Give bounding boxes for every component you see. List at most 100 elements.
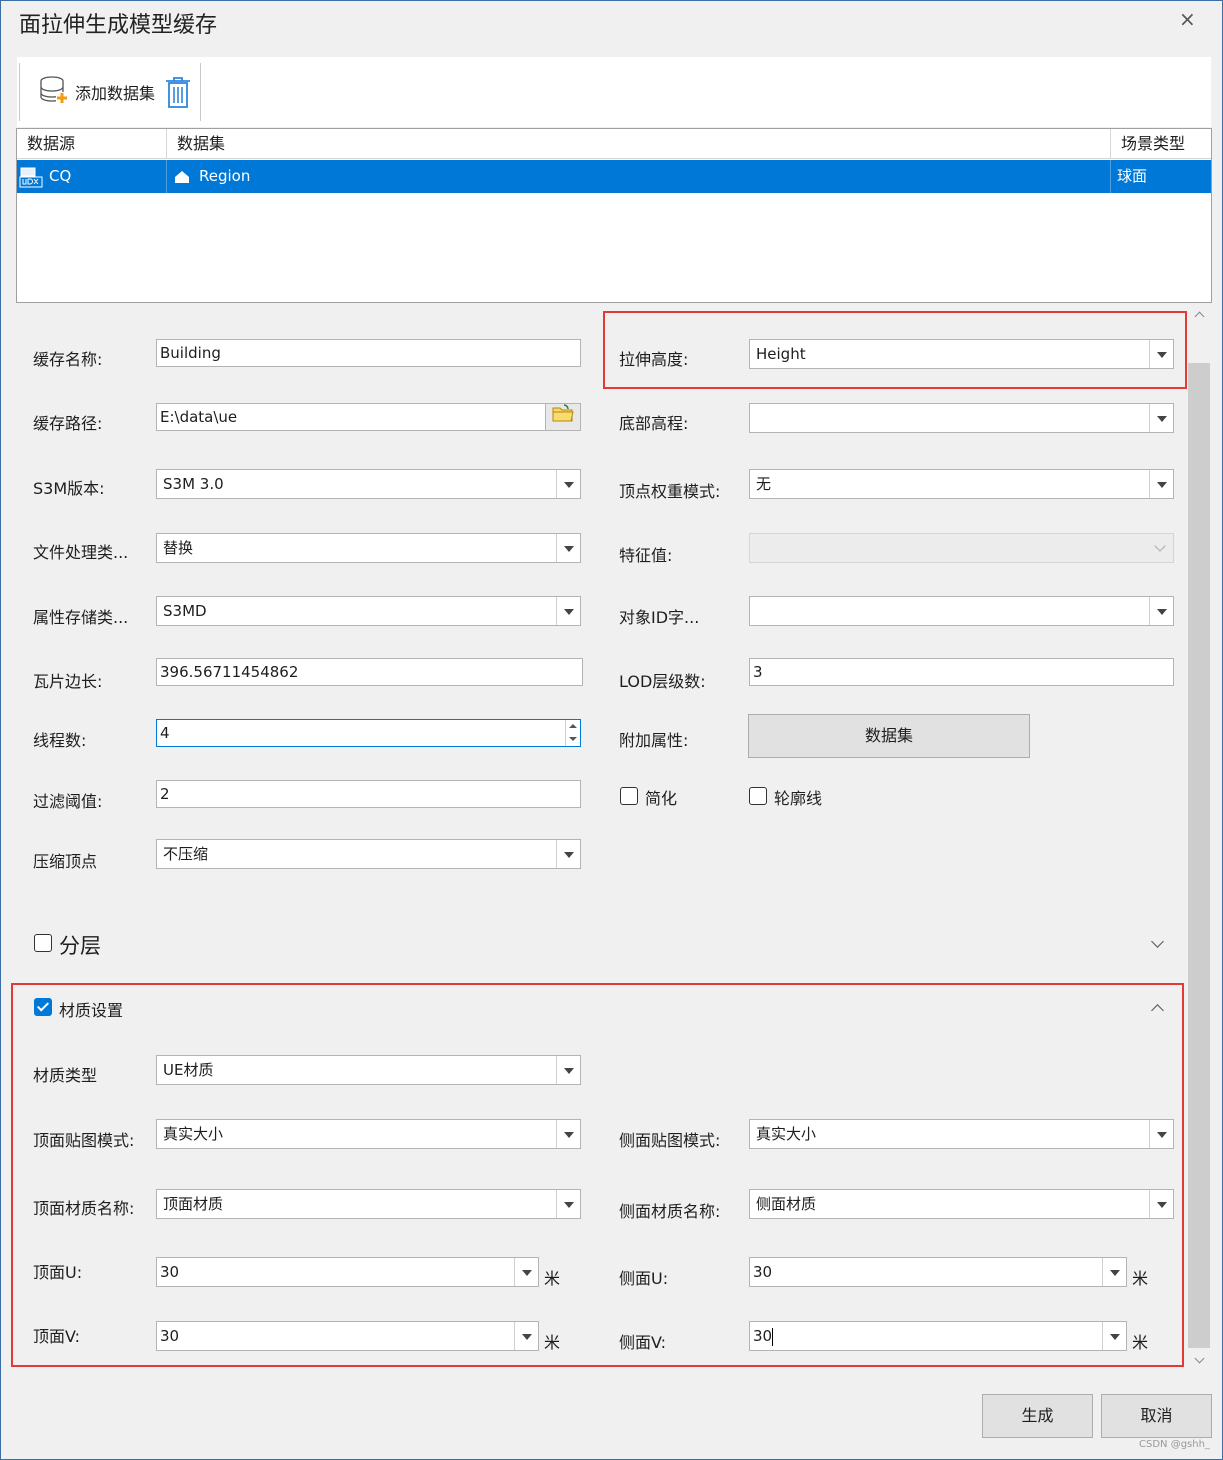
- chevron-down-icon[interactable]: [1149, 470, 1173, 498]
- settings-form: 缓存名称: Building 缓存路径: E:\data\ue S3M版本: S…: [1, 303, 1187, 1369]
- top-v-value: 30: [160, 1327, 180, 1345]
- chevron-down-icon[interactable]: [1102, 1322, 1126, 1350]
- threads-label: 线程数:: [33, 731, 87, 750]
- chevron-down-icon[interactable]: [1149, 404, 1173, 432]
- cache-path-input[interactable]: E:\data\ue: [156, 403, 581, 431]
- spinner-arrows[interactable]: [565, 720, 580, 746]
- cell-scene-type[interactable]: 球面: [1111, 160, 1211, 193]
- material-type-select[interactable]: UE材质: [156, 1055, 581, 1085]
- layering-checkbox[interactable]: [34, 934, 52, 952]
- material-checkbox[interactable]: [34, 998, 52, 1016]
- lod-levels-input[interactable]: 3: [749, 658, 1174, 686]
- toolbar-separator: [200, 63, 201, 121]
- folder-icon: [552, 404, 574, 430]
- datasource-name: CQ: [49, 167, 72, 185]
- form-scrollbar[interactable]: [1187, 303, 1211, 1369]
- top-v-unit: 米: [544, 1333, 561, 1352]
- threads-spinner[interactable]: 4: [156, 719, 581, 747]
- scroll-up-icon[interactable]: [1194, 311, 1205, 322]
- table-row[interactable]: CQ Region 球面: [17, 160, 1211, 193]
- chevron-down-icon[interactable]: [556, 1056, 580, 1084]
- cell-dataset[interactable]: Region: [167, 160, 1111, 193]
- s3m-version-select[interactable]: S3M 3.0: [156, 469, 581, 499]
- side-v-select[interactable]: 30: [749, 1321, 1127, 1351]
- tile-size-input[interactable]: 396.56711454862: [156, 658, 583, 686]
- chevron-down-icon[interactable]: [556, 1120, 580, 1148]
- chevron-down-icon[interactable]: [514, 1322, 538, 1350]
- chevron-down-icon[interactable]: [1149, 1120, 1173, 1148]
- base-elevation-label: 底部高程:: [619, 414, 689, 433]
- compress-vertex-select[interactable]: 不压缩: [156, 839, 581, 869]
- cache-path-label: 缓存路径:: [33, 414, 103, 433]
- object-id-select[interactable]: [749, 596, 1174, 626]
- expand-layering-icon[interactable]: [1151, 935, 1164, 948]
- toolbar: 添加数据集: [17, 57, 1211, 127]
- vertex-weight-label: 顶点权重模式:: [619, 482, 721, 501]
- side-map-mode-value: 真实大小: [756, 1125, 817, 1143]
- file-handling-label: 文件处理类...: [33, 543, 129, 562]
- add-dataset-label: 添加数据集: [75, 84, 156, 103]
- top-u-unit: 米: [544, 1269, 561, 1288]
- cache-name-label: 缓存名称:: [33, 350, 103, 369]
- simplify-label: 简化: [645, 789, 678, 808]
- extrude-height-select[interactable]: Height: [749, 339, 1174, 369]
- side-u-value: 30: [753, 1263, 773, 1281]
- scroll-down-icon[interactable]: [1194, 1353, 1205, 1364]
- column-header-scene-type[interactable]: 场景类型: [1111, 129, 1211, 159]
- chevron-down-icon[interactable]: [556, 840, 580, 868]
- file-handling-value: 替换: [163, 539, 194, 557]
- cell-datasource[interactable]: CQ: [17, 160, 167, 193]
- browse-folder-button[interactable]: [545, 404, 580, 430]
- file-handling-select[interactable]: 替换: [156, 533, 581, 563]
- generate-button[interactable]: 生成: [982, 1394, 1093, 1438]
- top-map-mode-select[interactable]: 真实大小: [156, 1119, 581, 1149]
- side-map-mode-label: 侧面贴图模式:: [619, 1131, 721, 1150]
- simplify-checkbox[interactable]: [620, 787, 638, 805]
- collapse-material-icon[interactable]: [1151, 1004, 1164, 1017]
- layering-label: 分层: [59, 934, 101, 958]
- add-dataset-button[interactable]: 添加数据集: [39, 75, 155, 109]
- side-map-mode-select[interactable]: 真实大小: [749, 1119, 1174, 1149]
- dataset-attr-button[interactable]: 数据集: [748, 714, 1030, 758]
- attr-storage-select[interactable]: S3MD: [156, 596, 581, 626]
- base-elevation-select[interactable]: [749, 403, 1174, 433]
- chevron-down-icon[interactable]: [1149, 340, 1173, 368]
- chevron-down-icon[interactable]: [1149, 597, 1173, 625]
- dataset-grid[interactable]: 数据源 数据集 场景类型 CQ Region 球面: [16, 128, 1212, 303]
- vertex-weight-select[interactable]: 无: [749, 469, 1174, 499]
- threads-value: 4: [160, 724, 170, 742]
- chevron-down-icon[interactable]: [556, 597, 580, 625]
- top-u-select[interactable]: 30: [156, 1257, 539, 1287]
- feature-value-select: [749, 533, 1174, 563]
- top-u-value: 30: [160, 1263, 180, 1281]
- filter-threshold-input[interactable]: 2: [156, 780, 581, 808]
- chevron-down-icon[interactable]: [556, 470, 580, 498]
- highlight-material-settings: [11, 983, 1184, 1367]
- side-material-name-select[interactable]: 侧面材质: [749, 1189, 1174, 1219]
- delete-dataset-button[interactable]: [163, 75, 193, 109]
- side-u-unit: 米: [1132, 1269, 1149, 1288]
- chevron-down-icon: [1149, 534, 1173, 562]
- chevron-down-icon[interactable]: [556, 534, 580, 562]
- scrollbar-thumb[interactable]: [1188, 363, 1210, 1348]
- column-header-dataset[interactable]: 数据集: [167, 129, 1111, 159]
- outline-checkbox[interactable]: [749, 787, 767, 805]
- chevron-down-icon[interactable]: [1149, 1190, 1173, 1218]
- side-material-name-label: 侧面材质名称:: [619, 1202, 721, 1221]
- column-header-datasource[interactable]: 数据源: [17, 129, 167, 159]
- cache-name-input[interactable]: Building: [156, 339, 581, 367]
- close-button[interactable]: ×: [1179, 7, 1196, 31]
- chevron-down-icon[interactable]: [1102, 1258, 1126, 1286]
- cancel-button[interactable]: 取消: [1101, 1394, 1212, 1438]
- side-u-select[interactable]: 30: [749, 1257, 1127, 1287]
- region-icon: [173, 169, 191, 185]
- top-material-name-select[interactable]: 顶面材质: [156, 1189, 581, 1219]
- object-id-label: 对象ID字...: [619, 608, 700, 627]
- dialog-title: 面拉伸生成模型缓存: [19, 13, 218, 38]
- extra-attr-label: 附加属性:: [619, 731, 689, 750]
- chevron-down-icon[interactable]: [556, 1190, 580, 1218]
- chevron-down-icon[interactable]: [514, 1258, 538, 1286]
- top-v-select[interactable]: 30: [156, 1321, 539, 1351]
- top-v-label: 顶面V:: [33, 1327, 81, 1346]
- title-bar: 面拉伸生成模型缓存 ×: [1, 1, 1222, 43]
